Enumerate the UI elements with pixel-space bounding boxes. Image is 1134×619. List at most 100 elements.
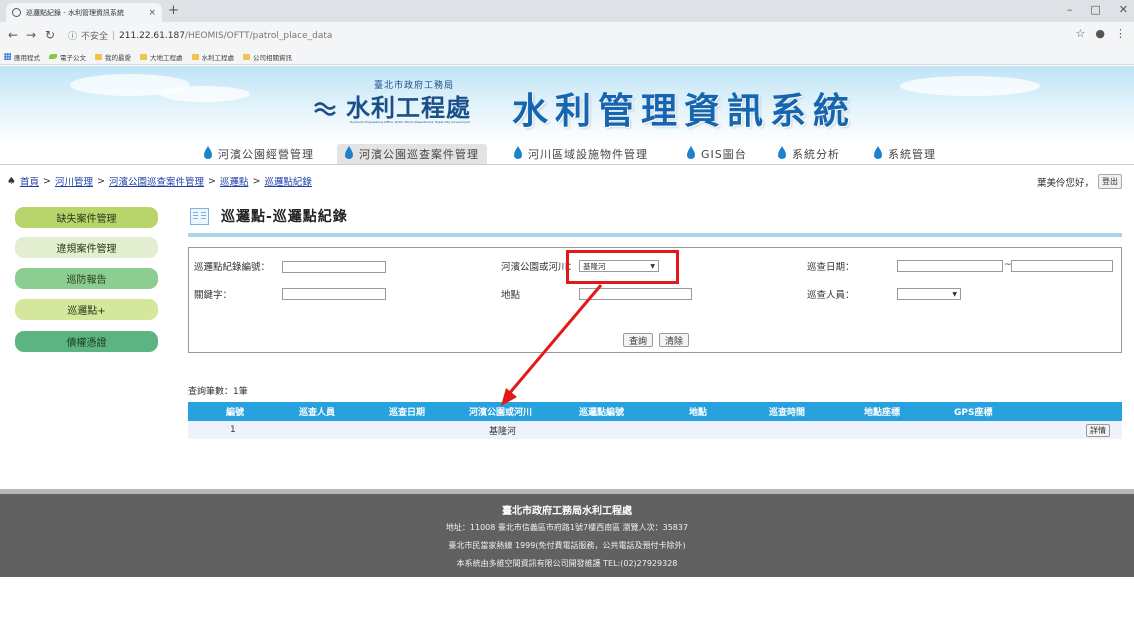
results-table: 編號 巡查人員 巡查日期 河濱公園或河川 巡邏點編號 地點 巡查時間 地點座標 …: [188, 402, 1122, 439]
page-title: 巡邏點-巡邏點紀錄: [221, 209, 348, 225]
greeting-text: 葉美伶您好，: [1036, 177, 1094, 189]
browser-tab[interactable]: 巡邏點紀錄 - 水利管理資訊系統 ×: [6, 3, 162, 22]
reload-icon[interactable]: ↻: [45, 28, 55, 42]
bookmark-item[interactable]: 電子公文: [49, 52, 86, 62]
bookmark-apps[interactable]: 應用程式: [4, 52, 40, 62]
footer-top-bar: [0, 489, 1134, 494]
record-no-label: 巡邏點紀錄編號：: [194, 262, 271, 273]
sidebar-item-credit-certificates[interactable]: 債權憑證: [15, 331, 158, 352]
date-from-input[interactable]: [897, 260, 1003, 272]
bookmark-folder[interactable]: 大地工程處: [140, 52, 183, 62]
footer-org-name: 臺北市政府工務局水利工程處: [502, 506, 632, 517]
menu-item-gis[interactable]: GIS圖台: [679, 144, 755, 164]
inspector-label: 巡查人員：: [807, 290, 855, 301]
cell-date: [383, 421, 463, 439]
cloud-decoration: [160, 86, 250, 102]
sidebar-item-patrol-points[interactable]: 巡邏點+: [15, 299, 158, 320]
breadcrumb-home[interactable]: 首頁: [20, 174, 39, 188]
menu-item-park-management[interactable]: 河濱公園經營管理: [196, 144, 322, 164]
url-host: 211.22.61.187: [119, 30, 185, 41]
bookmark-folder[interactable]: 我的最愛: [95, 52, 131, 62]
water-drop-icon: [345, 146, 353, 159]
detail-button[interactable]: 詳情: [1086, 423, 1110, 437]
maximize-icon[interactable]: □: [1090, 3, 1100, 16]
cell-no: 1: [188, 421, 293, 439]
column-header: 巡邏點編號: [573, 402, 683, 421]
cell-coord: [858, 421, 948, 439]
column-header: 編號: [188, 402, 293, 421]
folder-icon: [191, 53, 199, 60]
footer-hotline: 臺北市民當家熱線 1999(免付費電話服務，公共電話及預付卡除外): [448, 541, 686, 550]
site-header: 臺北市政府工務局 水利工程處 Hydraulic Engineering Off…: [0, 66, 1134, 144]
column-header: 地點座標: [858, 402, 948, 421]
sidebar-item-patrol-reports[interactable]: 巡防報告: [15, 268, 158, 289]
tab-title: 巡邏點紀錄 - 水利管理資訊系統: [26, 8, 124, 17]
breadcrumb-separator: >: [42, 175, 51, 187]
cell-action: 詳情: [1048, 421, 1122, 439]
column-header-actions: [1048, 402, 1122, 421]
chevron-down-icon: ▼: [952, 290, 957, 298]
location-input[interactable]: [579, 288, 692, 300]
menu-dots-icon[interactable]: ⋮: [1115, 27, 1126, 40]
document-icon: [190, 207, 209, 225]
menu-item-system[interactable]: 系統管理: [866, 144, 944, 164]
home-icon: ♠: [7, 175, 16, 187]
location-label: 地點: [501, 290, 521, 301]
tab-close-icon[interactable]: ×: [148, 8, 156, 18]
site-footer: 臺北市政府工務局水利工程處 地址：11008 臺北市信義區市府路1號7樓西南區 …: [0, 489, 1134, 577]
logout-button[interactable]: 登出: [1098, 174, 1122, 189]
browser-tab-bar: 巡邏點紀錄 - 水利管理資訊系統 × + – □ ✕: [0, 0, 1134, 22]
sidebar-item-defect-cases[interactable]: 缺失案件管理: [15, 207, 158, 228]
column-header: 巡查時間: [763, 402, 858, 421]
bookmark-folder[interactable]: 公司相關資訊: [243, 52, 292, 62]
cell-time: [763, 421, 858, 439]
cell-river: 基隆河: [463, 421, 573, 439]
breadcrumb-patrol-record[interactable]: 巡邏點紀錄: [264, 174, 312, 188]
date-to-input[interactable]: [1011, 260, 1113, 272]
table-row: 1 基隆河 詳情: [188, 421, 1122, 439]
query-button[interactable]: 查詢: [623, 333, 654, 347]
footer-address: 地址：11008 臺北市信義區市府路1號7樓西南區 瀏覽人次：35837: [445, 523, 689, 532]
inspector-select[interactable]: ▼: [897, 288, 961, 300]
folder-icon: [95, 53, 102, 60]
forward-icon[interactable]: →: [26, 28, 36, 42]
highlight-box: [566, 250, 679, 284]
page-header: 巡邏點-巡邏點紀錄: [190, 206, 348, 226]
back-icon[interactable]: ←: [8, 28, 18, 42]
breadcrumb-patrol-cases[interactable]: 河濱公園巡查案件管理: [109, 174, 204, 188]
url-field[interactable]: ⓘ 不安全 | 211.22.61.187 /HEOMIS/OFTT/patro…: [68, 26, 1068, 45]
breadcrumb: ♠ 首頁 > 河川管理 > 河濱公園巡查案件管理 > 巡邏點 > 巡邏點紀錄: [7, 174, 312, 189]
cell-inspector: [293, 421, 383, 439]
apps-grid-icon: [4, 53, 11, 60]
bookmark-star-icon[interactable]: ☆: [1076, 27, 1086, 40]
cell-gps: [948, 421, 1048, 439]
profile-icon[interactable]: ●: [1095, 27, 1105, 40]
department-logo[interactable]: 臺北市政府工務局 水利工程處 Hydraulic Engineering Off…: [314, 78, 494, 130]
system-title: 水利管理資訊系統: [512, 91, 857, 132]
breadcrumb-patrol-point[interactable]: 巡邏點: [220, 174, 249, 188]
new-tab-button[interactable]: +: [168, 3, 179, 18]
column-header: GPS座標: [948, 402, 1048, 421]
sidebar-item-violation-cases[interactable]: 違規案件管理: [15, 237, 158, 258]
menu-item-river-facilities[interactable]: 河川區域設施物件管理: [506, 144, 656, 164]
keyword-input[interactable]: [282, 288, 386, 300]
column-header: 巡查日期: [383, 402, 463, 421]
wave-logo-icon: [314, 102, 336, 116]
clear-button[interactable]: 清除: [659, 333, 690, 347]
info-icon[interactable]: ⓘ: [68, 29, 77, 42]
water-drop-icon: [204, 146, 212, 159]
breadcrumb-river-management[interactable]: 河川管理: [55, 174, 93, 188]
close-window-icon[interactable]: ✕: [1119, 3, 1128, 16]
url-separator: |: [112, 30, 116, 41]
minimize-icon[interactable]: –: [1067, 3, 1073, 16]
department-name-en: Hydraulic Engineering Office, Public Wor…: [350, 120, 470, 124]
cloud-decoration: [900, 76, 1040, 96]
insecure-label: 不安全: [81, 32, 109, 42]
record-no-input[interactable]: [282, 261, 386, 273]
menu-item-patrol-cases[interactable]: 河濱公園巡查案件管理: [337, 144, 487, 164]
menu-divider: [0, 164, 1134, 165]
menu-item-analysis[interactable]: 系統分析: [770, 144, 848, 164]
bookmark-folder[interactable]: 水利工程處: [191, 52, 234, 62]
date-label: 巡查日期：: [807, 262, 855, 273]
title-underline: [188, 233, 1122, 237]
